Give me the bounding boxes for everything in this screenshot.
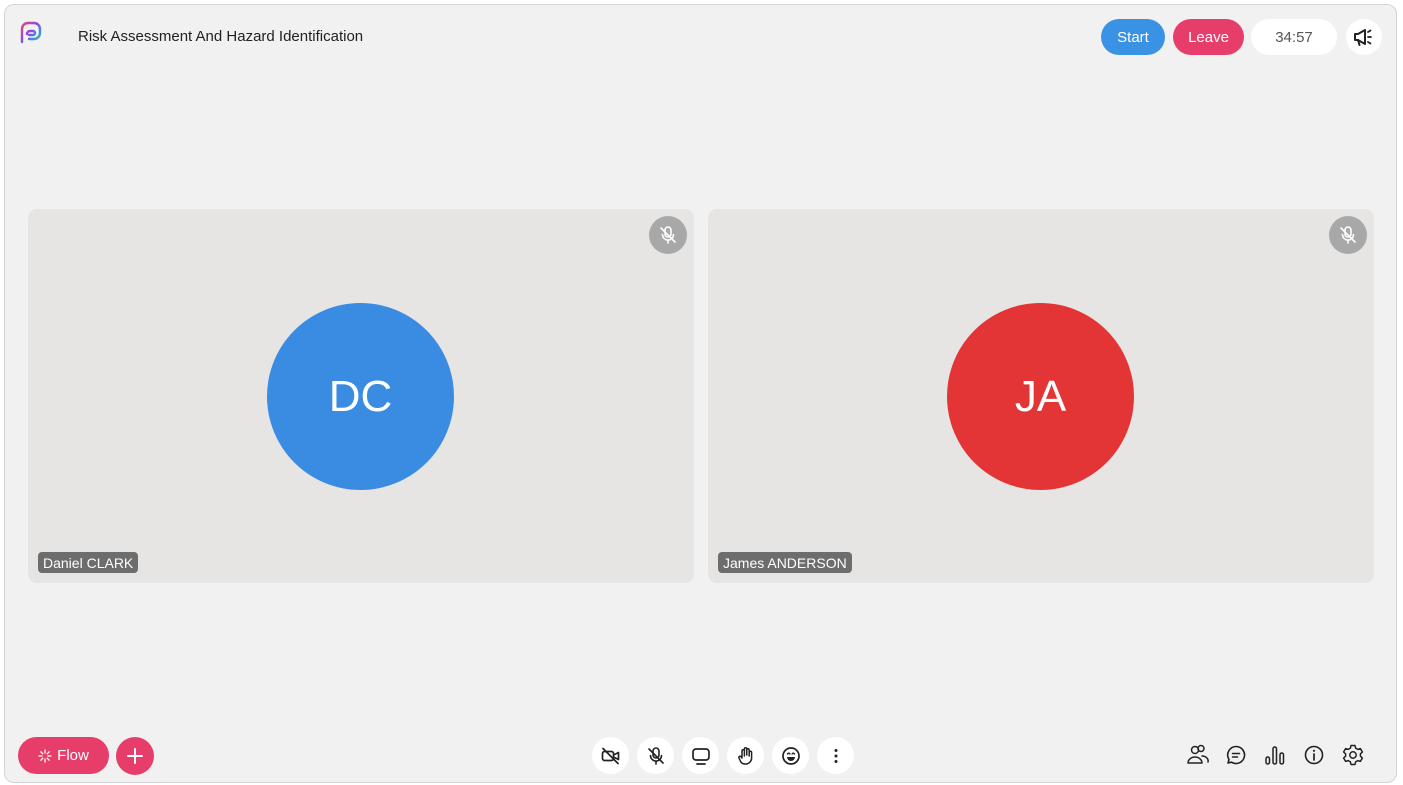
app-logo-icon	[18, 20, 44, 46]
more-icon	[833, 748, 839, 764]
mic-toggle-button[interactable]	[637, 737, 674, 774]
flow-button[interactable]: Flow	[18, 737, 109, 774]
plus-icon	[127, 748, 143, 764]
chat-button[interactable]	[1223, 742, 1249, 768]
participant-avatar: JA	[947, 303, 1134, 490]
participants-icon	[1185, 743, 1211, 767]
camera-off-icon	[601, 747, 621, 765]
meeting-title: Risk Assessment And Hazard Identificatio…	[78, 28, 364, 45]
participant-name: James ANDERSON	[718, 552, 852, 573]
mic-muted-icon	[1329, 216, 1367, 254]
mic-off-icon	[646, 746, 666, 766]
flow-label: Flow	[57, 747, 89, 764]
settings-button[interactable]	[1340, 742, 1366, 768]
sparkle-icon	[38, 748, 52, 763]
screen-share-icon	[691, 746, 711, 766]
meeting-window: Risk Assessment And Hazard Identificatio…	[4, 4, 1397, 783]
info-icon	[1303, 744, 1325, 766]
reactions-button[interactable]	[772, 737, 809, 774]
megaphone-icon	[1353, 27, 1375, 47]
participant-avatar: DC	[267, 303, 454, 490]
stats-icon	[1263, 744, 1287, 766]
raise-hand-button[interactable]	[727, 737, 764, 774]
leave-button[interactable]: Leave	[1173, 19, 1244, 55]
camera-toggle-button[interactable]	[592, 737, 629, 774]
start-button[interactable]: Start	[1101, 19, 1165, 55]
meeting-timer: 34:57	[1251, 19, 1337, 55]
info-button[interactable]	[1301, 742, 1327, 768]
more-options-button[interactable]	[817, 737, 854, 774]
emoji-icon	[781, 746, 801, 766]
mic-muted-icon	[649, 216, 687, 254]
participant-tile[interactable]: JA James ANDERSON	[708, 209, 1374, 583]
chat-icon	[1225, 744, 1247, 766]
stats-button[interactable]	[1262, 742, 1288, 768]
announce-button[interactable]	[1346, 19, 1382, 55]
screen-share-button[interactable]	[682, 737, 719, 774]
raise-hand-icon	[736, 746, 756, 766]
add-button[interactable]	[116, 737, 154, 775]
participant-tile[interactable]: DC Daniel CLARK	[28, 209, 694, 583]
settings-icon	[1341, 743, 1365, 767]
participant-name: Daniel CLARK	[38, 552, 139, 573]
participants-button[interactable]	[1185, 742, 1211, 768]
